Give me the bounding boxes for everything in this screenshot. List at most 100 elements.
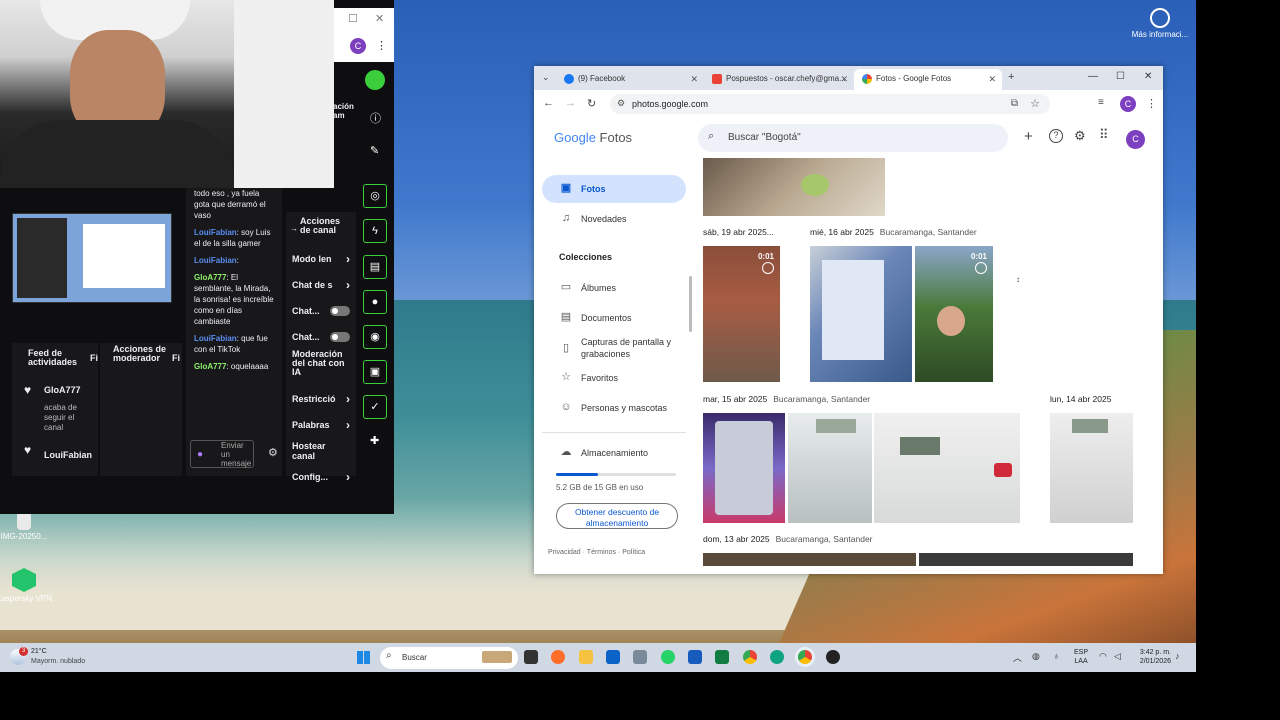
- tab-google-photos[interactable]: Fotos - Google Fotos ✕: [854, 69, 1002, 90]
- taskbar-search[interactable]: ⌕ Buscar: [380, 647, 518, 669]
- channel-action-row[interactable]: Hostear canal: [292, 438, 350, 464]
- photo-thumbnail[interactable]: [919, 553, 1133, 566]
- photo-thumbnail[interactable]: [1050, 413, 1133, 523]
- storage-discount-button[interactable]: Obtener descuento de almacenamiento: [556, 503, 678, 529]
- desktop-vpn-icon[interactable]: Kaspersky VPN: [0, 568, 54, 603]
- windows-start-icon[interactable]: [357, 651, 370, 664]
- photo-thumbnail[interactable]: [874, 413, 1020, 523]
- chevron-up-icon[interactable]: ︿: [1013, 651, 1022, 664]
- channel-action-row[interactable]: Chat de s ›: [292, 272, 350, 298]
- photos-search-input[interactable]: ⌕ Buscar "Bogotá": [698, 124, 1008, 152]
- new-tab-icon[interactable]: +: [1008, 71, 1014, 83]
- reload-icon[interactable]: ↻: [587, 97, 596, 110]
- photo-thumbnail[interactable]: [703, 553, 916, 566]
- streamer-avatar[interactable]: [365, 70, 385, 90]
- info-icon[interactable]: ⓘ: [370, 110, 381, 126]
- channel-action-row[interactable]: Config... ›: [292, 464, 350, 490]
- mic-tray-icon[interactable]: ♁: [1053, 651, 1060, 661]
- privacy-link[interactable]: Privacidad: [548, 549, 581, 556]
- tab-gmail[interactable]: Pospuestos - oscar.chefy@gma... ✕: [704, 69, 854, 90]
- sidebar-item-almacenamiento[interactable]: ☁ Almacenamiento: [542, 439, 686, 467]
- sidebar-scrollbar[interactable]: [689, 276, 692, 332]
- broadcast-icon[interactable]: ◉: [363, 325, 387, 349]
- volume-icon[interactable]: ◁: [1114, 651, 1121, 662]
- activity-feed-filter[interactable]: Fi: [90, 353, 98, 363]
- clock[interactable]: 3:42 p. m. 2/01/2026: [1133, 648, 1171, 666]
- wrench-icon[interactable]: ✓: [363, 395, 387, 419]
- language-indicator[interactable]: ESP LAA: [1074, 648, 1088, 666]
- bookmark-star-icon[interactable]: ☆: [1030, 97, 1040, 110]
- sidebar-item-favoritos[interactable]: ☆ Favoritos: [542, 364, 686, 392]
- tab-facebook[interactable]: (9) Facebook ✕: [556, 69, 704, 90]
- maximize-icon[interactable]: ☐: [1116, 71, 1125, 82]
- add-icon[interactable]: +: [1024, 128, 1033, 145]
- clip-icon[interactable]: ◎: [363, 184, 387, 208]
- note-icon[interactable]: ▤: [363, 255, 387, 279]
- photo-thumbnail[interactable]: [788, 413, 872, 523]
- chat-username[interactable]: LouiFabian: [194, 256, 237, 265]
- channel-action-row[interactable]: Palabras ›: [292, 412, 350, 438]
- more-menu-icon[interactable]: ⋮: [376, 39, 387, 52]
- reading-list-icon[interactable]: ≡: [1098, 97, 1104, 108]
- sidebar-item-capturas[interactable]: ▯ Capturas de pantalla y grabaciones: [542, 331, 686, 367]
- back-icon[interactable]: ←: [543, 97, 554, 109]
- video-thumbnail[interactable]: 0:01: [703, 246, 780, 382]
- terms-link[interactable]: Términos: [587, 549, 616, 556]
- chat-username[interactable]: GloA777: [194, 273, 226, 282]
- weather-temp[interactable]: 21°C: [31, 648, 47, 655]
- toggle-switch[interactable]: [330, 332, 350, 342]
- monitor-icon[interactable]: ▣: [363, 360, 387, 384]
- forward-icon[interactable]: →: [565, 97, 576, 109]
- mic-icon[interactable]: ●: [197, 449, 203, 460]
- add-action-icon[interactable]: ✚: [370, 434, 379, 447]
- chat-input[interactable]: ● Enviar un mensaje: [190, 440, 254, 468]
- wifi-icon[interactable]: ◠: [1099, 651, 1107, 662]
- channel-action-row[interactable]: Moderación del chat con IA: [292, 350, 350, 386]
- sidebar-item-fotos[interactable]: ▣ Fotos: [542, 175, 686, 203]
- profile-avatar[interactable]: C: [350, 38, 366, 54]
- install-app-icon[interactable]: ⧉: [1011, 98, 1018, 109]
- chat-username[interactable]: GloA777: [194, 362, 226, 371]
- sidebar-item-personas[interactable]: ☺ Personas y mascotas: [542, 394, 686, 422]
- chat-username[interactable]: LouiFabian: [194, 228, 237, 237]
- chrome-menu-icon[interactable]: ⋮: [1146, 97, 1157, 110]
- obs-icon[interactable]: [826, 650, 840, 664]
- outlook-icon[interactable]: [606, 650, 620, 664]
- chrome-icon[interactable]: [743, 650, 757, 664]
- close-tab-icon[interactable]: ✕: [840, 74, 848, 85]
- notifications-icon[interactable]: ♪: [1175, 651, 1180, 661]
- chat-settings-icon[interactable]: ⚙: [268, 446, 278, 459]
- sidebar-item-albumes[interactable]: ▭ Álbumes: [542, 274, 686, 302]
- mod-actions-filter[interactable]: Fi: [172, 353, 180, 363]
- sidebar-item-documentos[interactable]: ▤ Documentos: [542, 304, 686, 332]
- desktop-info-icon[interactable]: Más informaci...: [1130, 8, 1190, 39]
- feed-item-user[interactable]: LouiFabian: [44, 450, 92, 460]
- chat-username[interactable]: LouiFabian: [194, 334, 237, 343]
- channel-action-row[interactable]: Chat...: [292, 324, 350, 350]
- excel-icon[interactable]: [715, 650, 729, 664]
- weather-desc[interactable]: Mayorm. nublado: [31, 658, 85, 665]
- video-thumbnail[interactable]: 0:01: [915, 246, 993, 382]
- lightning-icon[interactable]: ϟ: [363, 219, 387, 243]
- close-icon[interactable]: ✕: [375, 12, 384, 25]
- photo-thumbnail[interactable]: [703, 158, 885, 216]
- tab-search-icon[interactable]: ⌄: [542, 72, 550, 83]
- minimize-icon[interactable]: —: [1088, 71, 1098, 82]
- chat-bubble-icon[interactable]: ●: [363, 290, 387, 314]
- close-tab-icon[interactable]: ✕: [988, 74, 996, 85]
- site-info-icon[interactable]: ⚙: [617, 98, 625, 109]
- chat-app-icon[interactable]: [770, 650, 784, 664]
- file-explorer-icon[interactable]: [579, 650, 593, 664]
- channel-action-row[interactable]: Chat...: [292, 298, 350, 324]
- photo-thumbnail[interactable]: [703, 413, 785, 523]
- chrome-active-icon[interactable]: [798, 650, 812, 664]
- close-tab-icon[interactable]: ✕: [690, 74, 698, 85]
- channel-action-row[interactable]: Restricció ›: [292, 386, 350, 412]
- photo-thumbnail[interactable]: [810, 246, 912, 382]
- task-view-icon[interactable]: [524, 650, 538, 664]
- firefox-icon[interactable]: [551, 650, 565, 664]
- policy-link[interactable]: Política: [622, 549, 645, 556]
- account-avatar[interactable]: C: [1126, 130, 1145, 149]
- close-window-icon[interactable]: ✕: [1144, 71, 1152, 82]
- channel-action-row[interactable]: Modo len ›: [292, 246, 350, 272]
